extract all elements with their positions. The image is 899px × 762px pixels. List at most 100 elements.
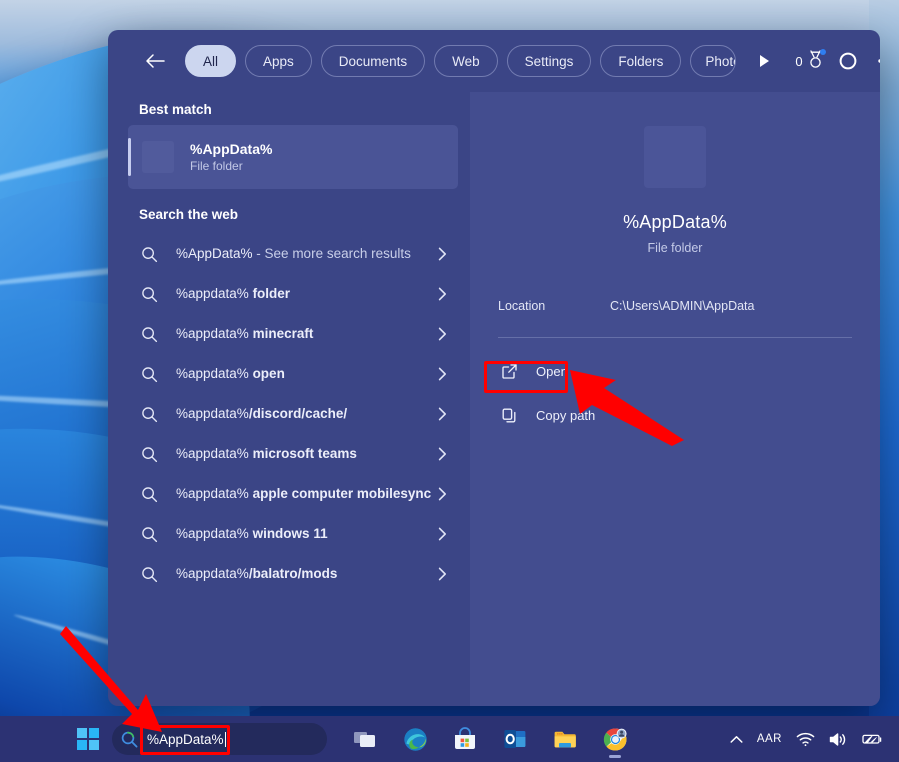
web-suggestions-list: %AppData% - See more search results %appd… [128,234,458,594]
location-value: C:\Users\ADMIN\AppData [610,299,755,313]
running-indicator [609,755,621,758]
preview-divider [498,337,852,338]
chevron-right-icon [434,247,450,261]
copy-path-action-button[interactable]: Copy path [498,400,852,430]
web-suggestion-prefix: %appdata% [176,526,253,542]
web-suggestion-suffix: microsoft teams [252,446,357,462]
task-view-icon[interactable] [345,719,385,759]
search-icon [139,486,159,503]
tab-documents[interactable]: Documents [320,45,426,77]
text-caret [224,731,226,747]
search-icon [120,730,139,749]
chrome-icon[interactable] [595,719,635,759]
battery-icon[interactable] [862,732,883,746]
search-icon [139,246,159,263]
web-suggestion-text: %appdata%/discord/cache/ [176,405,434,422]
web-suggestion-suffix: apple computer mobilesync [252,486,432,502]
search-icon [139,366,159,383]
search-results-column: Best match %AppData% File folder Search … [108,92,470,706]
chevron-right-icon [434,527,450,541]
best-match-subtitle: File folder [190,159,243,173]
web-suggestion-prefix: %AppData% [176,246,253,262]
windows-start-icon[interactable] [68,719,108,759]
web-suggestion-item[interactable]: %AppData% - See more search results [128,234,458,274]
outlook-icon[interactable] [495,719,535,759]
web-suggestion-item[interactable]: %appdata% windows 11 [128,514,458,554]
account-circle-icon[interactable] [833,46,863,76]
web-suggestion-item[interactable]: %appdata%/balatro/mods [128,554,458,594]
search-icon [139,446,159,463]
tab-web[interactable]: Web [434,45,498,77]
system-tray: AAR [730,732,899,747]
web-suggestion-item[interactable]: %appdata% open [128,354,458,394]
chevron-right-icon [434,487,450,501]
open-action-label: Open [536,363,568,379]
web-suggestion-text: %appdata% apple computer mobilesync [176,485,434,502]
web-suggestion-text: %appdata%/balatro/mods [176,565,434,582]
search-icon [139,286,159,303]
back-arrow-icon[interactable] [140,46,170,76]
location-label: Location [498,299,546,313]
medal-icon [807,49,826,72]
microsoft-store-icon[interactable] [445,719,485,759]
web-suggestion-item[interactable]: %appdata% microsoft teams [128,434,458,474]
show-hidden-icons-chevron[interactable] [730,735,743,744]
web-suggestion-suffix: - See more search results [252,246,411,262]
taskbar: %AppData% AAR [0,716,899,762]
search-flyout-panel: All Apps Documents Web Settings Folders … [108,30,880,706]
web-suggestion-item[interactable]: %appdata% apple computer mobilesync [128,474,458,514]
web-suggestion-text: %appdata% windows 11 [176,525,434,542]
file-explorer-icon[interactable] [545,719,585,759]
web-suggestion-text: %AppData% - See more search results [176,245,434,262]
web-suggestion-prefix: %appdata% [176,486,253,502]
volume-icon[interactable] [829,732,848,747]
chevron-right-icon [434,407,450,421]
taskbar-search-box[interactable]: %AppData% [112,723,327,755]
taskbar-search-value: %AppData% [147,731,226,747]
web-suggestion-suffix: /balatro/mods [248,566,338,582]
search-icon [139,526,159,543]
web-suggestion-prefix: %appdata% [176,566,249,582]
location-row: Location C:\Users\ADMIN\AppData [498,299,852,313]
web-suggestion-text: %appdata% open [176,365,434,382]
taskbar-left-group: %AppData% [0,719,635,759]
best-match-result[interactable]: %AppData% File folder [128,125,458,189]
chevron-right-icon [434,367,450,381]
preview-subtitle: File folder [647,241,703,255]
web-suggestion-suffix: open [252,366,285,382]
copy-path-action-label: Copy path [536,407,596,423]
tab-folders[interactable]: Folders [600,45,682,77]
best-match-title: %AppData% [190,141,273,157]
search-icon [139,406,159,423]
copy-icon [498,407,520,424]
rewards-count: 0 [795,53,803,69]
open-external-icon [498,363,520,380]
web-suggestion-item[interactable]: %appdata%/discord/cache/ [128,394,458,434]
more-options-icon[interactable] [872,46,880,76]
web-suggestion-suffix: /discord/cache/ [248,406,348,422]
best-match-heading: Best match [139,102,212,117]
preview-title: %AppData% [623,212,727,232]
search-icon [139,566,159,583]
web-suggestion-prefix: %appdata% [176,286,253,302]
web-suggestion-text: %appdata% minecraft [176,325,434,342]
web-suggestion-item[interactable]: %appdata% minecraft [128,314,458,354]
preview-pane: %AppData% File folder Location C:\Users\… [470,92,880,706]
tab-all[interactable]: All [185,45,237,77]
input-indicator[interactable]: AAR [757,733,782,745]
open-action-button[interactable]: Open [498,356,852,386]
play-arrow-icon[interactable] [751,54,777,68]
tab-apps[interactable]: Apps [245,45,312,77]
web-suggestion-item[interactable]: %appdata% folder [128,274,458,314]
rewards-button[interactable]: 0 [795,49,826,72]
taskbar-search-text: %AppData% [147,731,224,747]
search-the-web-heading: Search the web [139,207,239,222]
taskbar-apps-group [345,719,635,759]
edge-icon[interactable] [395,719,435,759]
tab-photos[interactable]: Photos [690,45,737,77]
web-suggestion-prefix: %appdata% [176,326,253,342]
wifi-icon[interactable] [796,732,815,747]
tab-settings[interactable]: Settings [506,45,592,77]
web-suggestion-text: %appdata% folder [176,285,434,302]
web-suggestion-prefix: %appdata% [176,406,249,422]
